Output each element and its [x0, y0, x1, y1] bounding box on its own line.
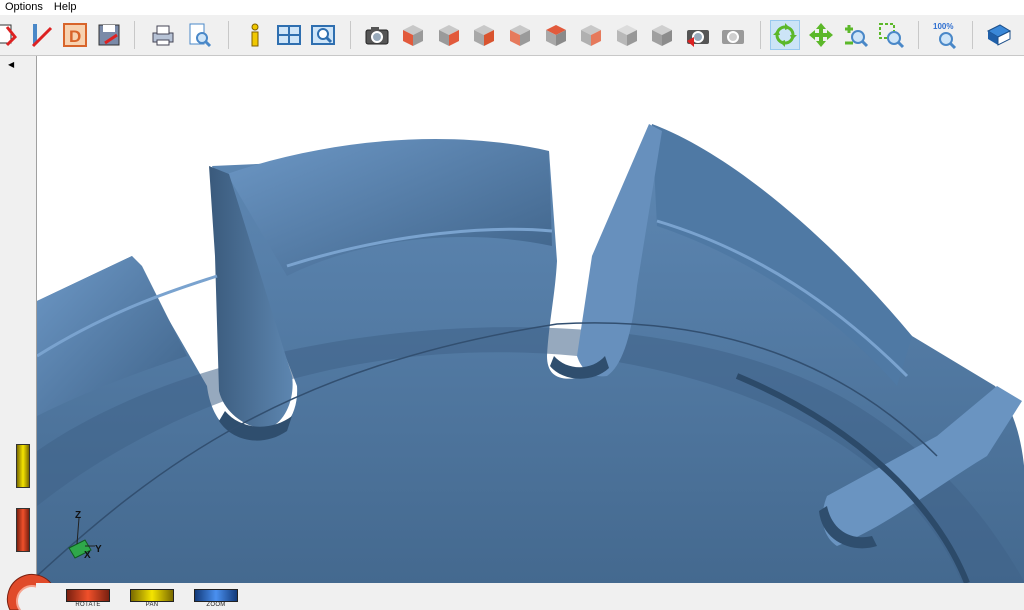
rotate-mode-button[interactable] — [770, 20, 800, 50]
zoom-mode-label: ZOOM — [206, 602, 226, 608]
rotate-gauge[interactable] — [16, 508, 30, 552]
zoom-100-button[interactable]: 100% — [930, 20, 960, 50]
view-iso-button[interactable] — [612, 20, 642, 50]
print-button[interactable] — [148, 20, 178, 50]
toolbar-separator — [350, 21, 351, 49]
line-tool-button[interactable] — [26, 20, 56, 50]
zoom-in-button[interactable] — [841, 20, 871, 50]
collapse-arrow-icon[interactable]: ◀ — [8, 60, 14, 69]
zoom-mode-indicator[interactable] — [194, 589, 238, 602]
toolbar-separator — [134, 21, 135, 49]
axis-x-label: X — [84, 550, 91, 561]
view-iso-alt-button[interactable] — [647, 20, 677, 50]
rotate-mode-label: ROTATE — [75, 602, 101, 608]
axis-y-label: Y — [95, 544, 102, 555]
view-right-button[interactable] — [469, 20, 499, 50]
mode-bar: ROTATE PAN ZOOM — [36, 583, 1024, 610]
camera-gray-button[interactable] — [718, 20, 748, 50]
camera-icon — [365, 27, 389, 45]
camera-button[interactable] — [362, 20, 392, 50]
view-left-button[interactable] — [505, 20, 535, 50]
save-button[interactable] — [94, 20, 124, 50]
pan-gauge[interactable] — [16, 444, 30, 488]
toolbar-separator — [972, 21, 973, 49]
3d-viewport[interactable]: Z X Y — [36, 56, 1024, 583]
pan-mode-label: PAN — [145, 602, 159, 608]
view-back-icon — [439, 25, 459, 46]
zoom-window-icon — [311, 25, 335, 45]
print-preview-button[interactable] — [184, 20, 214, 50]
pan-mode-indicator[interactable] — [130, 589, 174, 602]
toolbar-separator — [760, 21, 761, 49]
zoom-box-button[interactable] — [876, 20, 906, 50]
pan-mode-button[interactable] — [806, 20, 836, 50]
zoom-100-icon: 100% — [933, 22, 957, 49]
camera-gray-icon — [722, 30, 744, 44]
camera-restore-icon — [687, 30, 709, 47]
left-panel: ◀ — [0, 56, 36, 610]
axis-z-label: Z — [75, 510, 81, 521]
help-book-icon — [986, 24, 1012, 46]
view-bottom-button[interactable] — [576, 20, 606, 50]
view-top-button[interactable] — [541, 20, 571, 50]
open-icon — [0, 24, 18, 47]
info-button[interactable] — [240, 20, 270, 50]
line-tool-icon — [31, 24, 53, 48]
toolbar-separator — [228, 21, 229, 49]
print-preview-icon — [189, 23, 212, 48]
rotate-mode-indicator[interactable] — [66, 589, 110, 602]
camera-restore-button[interactable] — [683, 20, 713, 50]
info-icon — [251, 23, 259, 47]
grid-view-icon — [277, 25, 301, 45]
view-front-icon — [403, 25, 423, 46]
view-iso-alt-icon — [652, 25, 672, 46]
menu-bar: Options Help — [0, 0, 1024, 15]
svg-text:D: D — [69, 27, 81, 46]
toolbar: D 100% — [0, 15, 1024, 56]
view-top-icon — [546, 25, 566, 46]
view-bottom-icon — [581, 25, 601, 46]
zoom-in-icon — [845, 25, 869, 48]
zoom-window-button[interactable] — [308, 20, 338, 50]
rotate-mode-icon — [773, 23, 797, 47]
pan-mode-icon — [809, 23, 833, 47]
view-right-icon — [474, 25, 494, 46]
save-icon — [98, 24, 120, 46]
view-left-icon — [510, 25, 530, 46]
toolbar-separator — [918, 21, 919, 49]
grid-view-button[interactable] — [274, 20, 304, 50]
view-front-button[interactable] — [398, 20, 428, 50]
svg-text:100%: 100% — [933, 22, 953, 31]
help-book-button[interactable] — [984, 20, 1014, 50]
print-icon — [152, 25, 174, 46]
dimension-d-icon: D — [63, 23, 87, 47]
view-iso-icon — [617, 25, 637, 46]
menu-help[interactable]: Help — [49, 0, 83, 15]
menu-options[interactable]: Options — [0, 0, 49, 15]
dimension-button[interactable]: D — [60, 20, 90, 50]
zoom-box-icon — [879, 23, 905, 49]
open-button[interactable] — [0, 20, 22, 50]
gear-model[interactable]: Z X Y — [37, 56, 1024, 583]
view-back-button[interactable] — [434, 20, 464, 50]
